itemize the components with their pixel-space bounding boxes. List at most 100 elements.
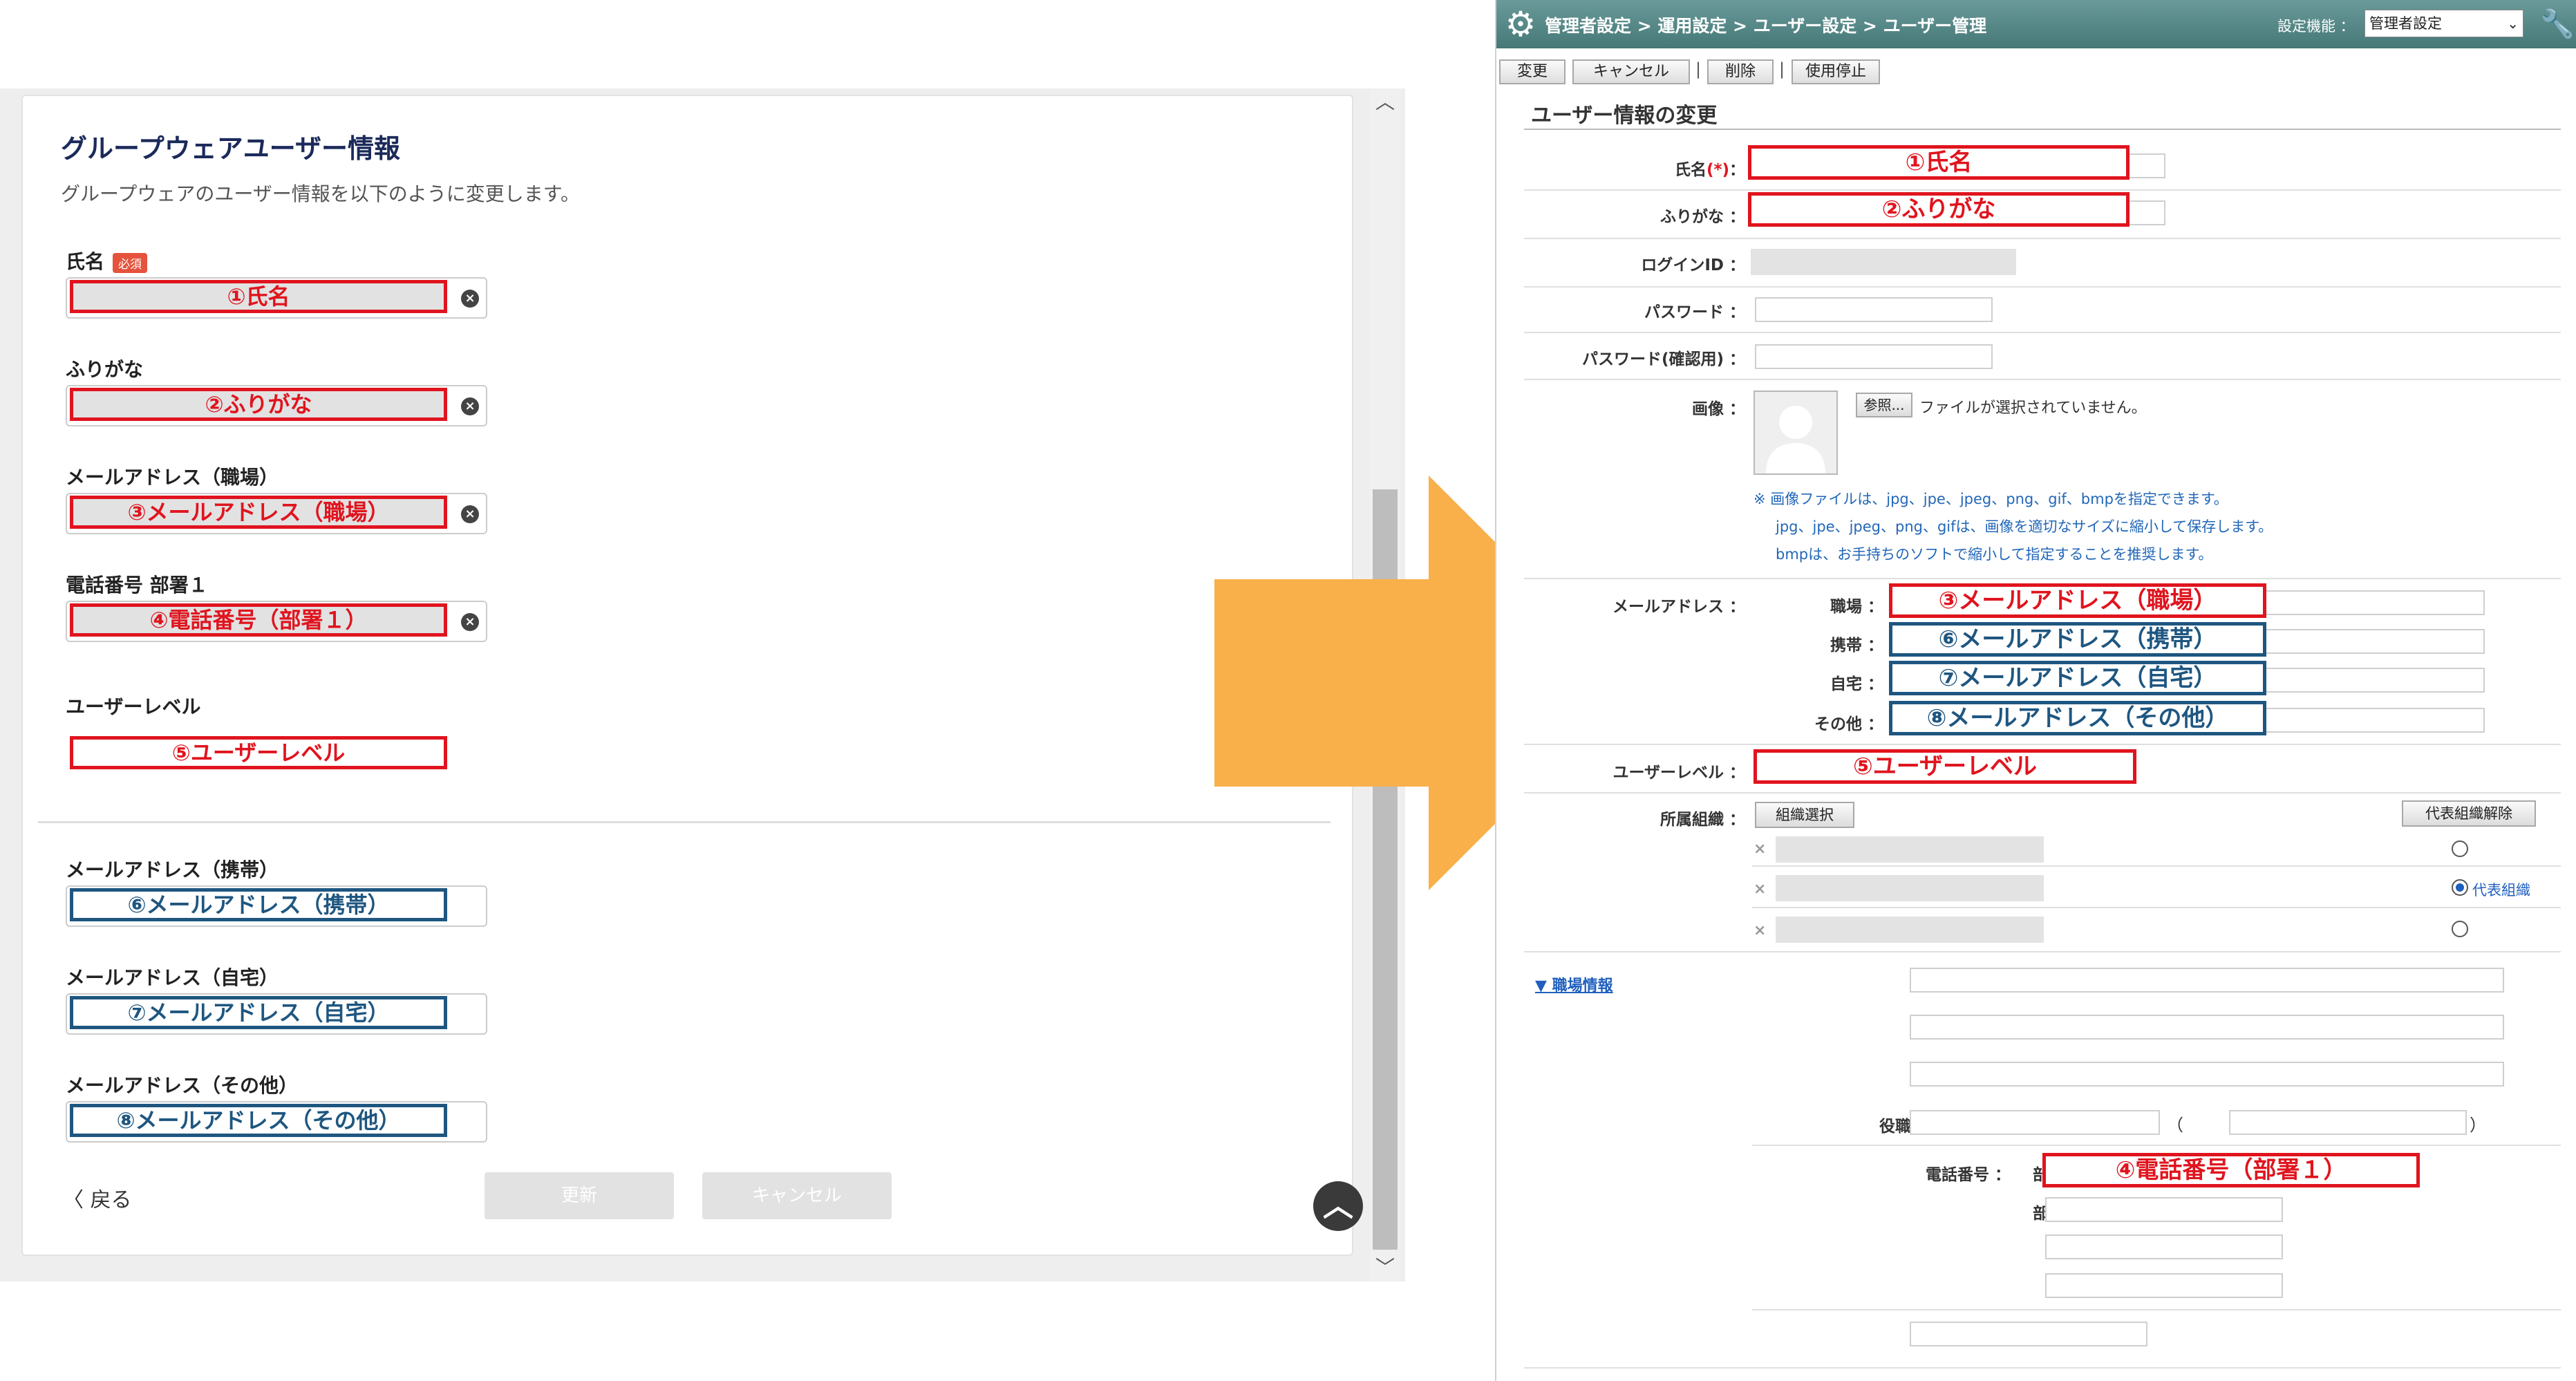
org-label: 所属組織 ： bbox=[1660, 811, 1745, 829]
clear-circle-icon[interactable]: × bbox=[461, 505, 479, 523]
scroll-up-icon[interactable]: ︿ bbox=[1370, 88, 1400, 116]
clear-circle-icon[interactable]: × bbox=[461, 397, 479, 415]
phone-mobile-input[interactable] bbox=[2045, 1273, 2283, 1298]
phone-label: 電話番号 ： bbox=[1925, 1166, 2011, 1184]
paren-close: ） bbox=[2470, 1116, 2486, 1135]
cancel-button[interactable]: キャンセル bbox=[702, 1172, 892, 1219]
change-button[interactable]: 変更 bbox=[1499, 59, 1566, 84]
name-label: 氏名(*)： bbox=[1600, 156, 1745, 180]
org-select-button[interactable]: 組織選択 bbox=[1755, 802, 1854, 828]
email-home-label: メールアドレス（自宅） bbox=[66, 966, 279, 989]
toolbar-separator: | bbox=[1779, 59, 1785, 79]
image-note-1: ※ 画像ファイルは、jpg、jpe、jpeg、png、gif、bmpを指定できま… bbox=[1754, 491, 2228, 507]
chevron-left-icon: 〈 bbox=[63, 1188, 84, 1212]
email-home-input[interactable]: ⑦メールアドレス（自宅） bbox=[66, 993, 487, 1035]
rep-org-radio[interactable] bbox=[2452, 921, 2468, 937]
annotation-email-other: ⑧メールアドレス（その他） bbox=[70, 1104, 447, 1137]
phone-dept2-input[interactable] bbox=[2045, 1197, 2283, 1222]
annotation-phone: ④電話番号（部署１） bbox=[70, 603, 447, 637]
annotation-name: ①氏名 bbox=[70, 280, 447, 313]
email-work-input[interactable]: ③メールアドレス（職場） × bbox=[66, 493, 487, 534]
name-input[interactable]: ①氏名 × bbox=[66, 277, 487, 319]
required-mark: (*) bbox=[1706, 161, 1729, 179]
row-divider bbox=[1752, 1309, 2561, 1310]
rep-org-radio[interactable] bbox=[2452, 879, 2468, 896]
password-confirm-label: パスワード(確認用) ： bbox=[1581, 350, 1745, 368]
annotation-email-mobile: ⑥メールアドレス（携帯） bbox=[1889, 622, 2266, 657]
fax-input[interactable] bbox=[1910, 1322, 2147, 1346]
annotation-email-mobile: ⑥メールアドレス（携帯） bbox=[70, 888, 447, 921]
setting-function-select[interactable]: 管理者設定 ⌄ bbox=[2365, 10, 2523, 37]
paren-open: （ bbox=[2167, 1116, 2183, 1135]
annotation-user-level[interactable]: ⑤ユーザーレベル bbox=[1754, 749, 2136, 784]
annotation-email-other: ⑧メールアドレス（その他） bbox=[1889, 701, 2266, 735]
suspend-button[interactable]: 使用停止 bbox=[1792, 59, 1880, 84]
chevron-up-icon[interactable]: ︿ bbox=[1313, 1181, 1363, 1231]
annotation-email-work: ③メールアドレス（職場） bbox=[1889, 583, 2266, 618]
remove-org-icon[interactable]: × bbox=[1754, 922, 1766, 939]
annotation-phone[interactable]: ④電話番号（部署１） bbox=[2042, 1153, 2420, 1187]
toolbar-separator: | bbox=[1695, 59, 1702, 79]
clear-circle-icon[interactable]: × bbox=[461, 290, 479, 308]
scroll-down-icon[interactable]: ﹀ bbox=[1370, 1254, 1400, 1281]
remove-org-icon[interactable]: × bbox=[1754, 881, 1766, 898]
name-label: 氏名 必須 bbox=[66, 247, 148, 274]
image-label: 画像 ： bbox=[1691, 400, 1745, 418]
file-status-text: ファイルが選択されていません。 bbox=[1919, 400, 2147, 417]
dept2-input[interactable] bbox=[1910, 1062, 2504, 1087]
triangle-down-icon: ▼ bbox=[1535, 977, 1547, 995]
row-divider bbox=[1752, 865, 2561, 867]
password-confirm-input[interactable] bbox=[1755, 344, 1993, 369]
toolbar-cancel-button[interactable]: キャンセル bbox=[1572, 59, 1690, 84]
annotation-furigana: ②ふりがな bbox=[70, 388, 447, 421]
groupware-user-info-card: グループウェアユーザー情報 グループウェアのユーザー情報を以下のように変更します… bbox=[21, 95, 1363, 1256]
setting-function-label: 設定機能 ： bbox=[2277, 18, 2355, 35]
browse-button[interactable]: 参照... bbox=[1856, 393, 1912, 417]
setting-function-value: 管理者設定 bbox=[2369, 15, 2442, 32]
user-level-label: ユーザーレベル bbox=[66, 695, 201, 718]
row-divider bbox=[1524, 1367, 2561, 1369]
position-input[interactable] bbox=[1910, 1110, 2160, 1135]
name-colon: ： bbox=[1729, 161, 1745, 179]
clear-circle-icon[interactable]: × bbox=[461, 613, 479, 631]
image-note-3: bmpは、お手持ちのソフトで縮小して指定することを推奨します。 bbox=[1776, 546, 2213, 563]
email-other-sublabel: その他 ： bbox=[1814, 715, 1883, 733]
gear-icon: ⚙ bbox=[1505, 4, 1536, 44]
user-level-select[interactable]: ⑤ユーザーレベル bbox=[66, 733, 487, 775]
login-id-label: ログインID ： bbox=[1641, 256, 1745, 274]
password-input[interactable] bbox=[1755, 297, 1993, 322]
rep-org-radio[interactable] bbox=[2452, 840, 2468, 857]
back-label: 戻る bbox=[90, 1188, 132, 1212]
admin-header: ⚙ 管理者設定 > 運用設定 > ユーザー設定 > ユーザー管理 設定機能 ： … bbox=[1496, 0, 2576, 48]
page-title: グループウェアユーザー情報 bbox=[61, 133, 400, 164]
rep-org-clear-button[interactable]: 代表組織解除 bbox=[2402, 800, 2536, 827]
breadcrumb[interactable]: 管理者設定 > 運用設定 > ユーザー設定 > ユーザー管理 bbox=[1545, 12, 1986, 37]
update-button[interactable]: 更新 bbox=[485, 1172, 674, 1219]
rep-org-label: 代表組織 bbox=[2472, 882, 2530, 899]
email-other-input[interactable]: ⑧メールアドレス（その他） bbox=[66, 1101, 487, 1143]
delete-button[interactable]: 削除 bbox=[1707, 59, 1774, 84]
email-home-sublabel: 自宅 ： bbox=[1830, 675, 1883, 693]
password-label: パスワード ： bbox=[1644, 303, 1745, 321]
email-other-label: メールアドレス（その他） bbox=[66, 1074, 299, 1097]
row-divider bbox=[1752, 1145, 2561, 1146]
work-info-toggle[interactable]: ▼ 職場情報 bbox=[1535, 973, 1613, 995]
phone-ext-input[interactable] bbox=[2045, 1234, 2283, 1259]
section-divider bbox=[38, 821, 1331, 823]
row-divider bbox=[1524, 951, 2561, 952]
annotation-email-home: ⑦メールアドレス（自宅） bbox=[70, 996, 447, 1029]
phone-label: 電話番号 部署１ bbox=[66, 574, 208, 596]
dept1-input[interactable] bbox=[1910, 1015, 2504, 1040]
office-input[interactable] bbox=[1910, 968, 2504, 993]
wrench-icon[interactable]: 🔧 bbox=[2540, 8, 2575, 40]
login-id-value bbox=[1751, 249, 2016, 275]
email-mobile-input[interactable]: ⑥メールアドレス（携帯） bbox=[66, 885, 487, 927]
back-link[interactable]: 〈 戻る bbox=[63, 1183, 132, 1213]
furigana-input[interactable]: ②ふりがな × bbox=[66, 385, 487, 426]
remove-org-icon[interactable]: × bbox=[1754, 840, 1766, 858]
page-description: グループウェアのユーザー情報を以下のように変更します。 bbox=[61, 182, 580, 205]
position-code-input[interactable] bbox=[2229, 1110, 2467, 1135]
annotation-name: ①氏名 bbox=[1748, 145, 2130, 180]
phone-input[interactable]: ④電話番号（部署１） × bbox=[66, 601, 487, 642]
name-label-text: 氏名 bbox=[1674, 161, 1707, 179]
